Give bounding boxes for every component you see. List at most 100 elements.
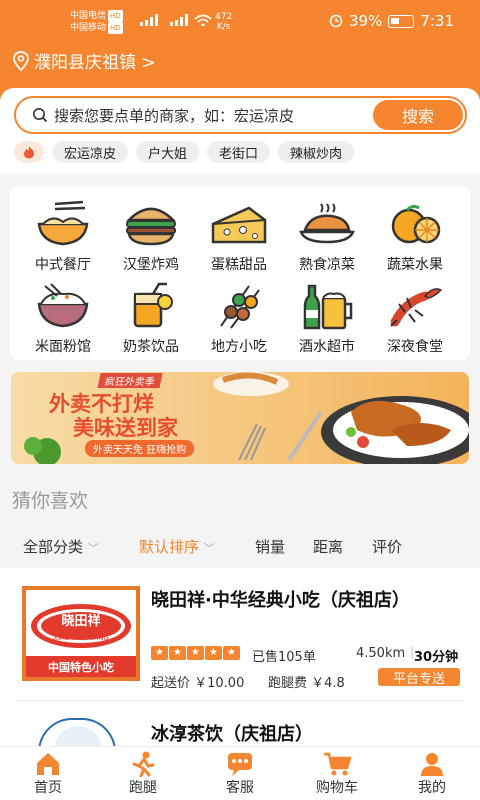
hot-keyword-chip[interactable]: 宏运凉皮 (52, 141, 129, 163)
category-deli-cold-dishes[interactable]: 熟食凉菜 (284, 200, 370, 280)
signal-icon (140, 14, 158, 26)
milk-tea-icon (133, 282, 173, 328)
star-icon: ★ (187, 646, 204, 660)
shop-logo[interactable]: 晓田祥 XIAOTIANXIANG 中国特色小吃 (22, 586, 140, 681)
chevron-down-icon: ﹀ (87, 542, 99, 555)
status-bar: 中国电信 HD 中国移动 HD 472 K/s 39% 7:31 (0, 0, 480, 42)
tab-home[interactable]: 首页 (13, 751, 83, 797)
category-burger-chicken[interactable]: 汉堡炸鸡 (108, 200, 194, 280)
banner-subtext: 外卖天天免 狂嗨抢购 (85, 440, 195, 457)
noodle-bowl-icon (37, 200, 89, 246)
star-icon: ★ (151, 646, 168, 660)
runner-icon (132, 751, 155, 777)
net-speed: 472 K/s (215, 12, 232, 32)
tab-cart[interactable]: 购物车 (302, 751, 372, 797)
promo-banner[interactable]: 疯狂外卖季 外卖不打烊 美味送到家 外卖天天免 狂嗨抢购 (11, 372, 469, 464)
category-label: 汉堡炸鸡 (123, 257, 179, 273)
category-label: 酒水超市 (299, 339, 355, 355)
category-rice-noodle[interactable]: 米面粉馆 (20, 282, 106, 362)
sort-label: 默认排序 (139, 538, 200, 556)
sort-default[interactable]: 默认排序 ﹀ (139, 536, 215, 557)
section-title: 猜你喜欢 (12, 490, 89, 512)
platform-delivery-badge: 平台专送 (378, 668, 460, 687)
sort-all-categories[interactable]: 全部分类 ﹀ (23, 536, 99, 557)
category-label: 蔬菜水果 (387, 257, 443, 273)
category-label: 中式餐厅 (35, 257, 91, 273)
divider (14, 700, 466, 701)
delivery-time: 30分钟 (414, 650, 459, 665)
status-right: 39% 7:31 (329, 12, 454, 30)
sort-bar: 全部分类 ﹀ 默认排序 ﹀ 销量 距离 评价 (0, 536, 480, 560)
banner-tag: 疯狂外卖季 (97, 373, 163, 388)
distance: 4.50km (356, 646, 406, 661)
bottom-tab-bar: 首页 跑腿 客服 购物车 我的 (0, 746, 480, 800)
hot-keyword-chip[interactable]: 辣椒炒肉 (278, 141, 355, 163)
tab-label: 客服 (226, 780, 254, 796)
category-label: 米面粉馆 (35, 339, 91, 355)
category-vegetables-fruits[interactable]: 蔬菜水果 (372, 200, 458, 280)
burger-icon (125, 207, 177, 246)
tab-profile[interactable]: 我的 (397, 751, 467, 797)
shop-name[interactable]: 冰淳茶饮（庆祖店） (151, 720, 461, 749)
category-local-snacks[interactable]: 地方小吃 (196, 282, 282, 362)
sold-count: 已售105单 (252, 650, 316, 665)
roast-chicken-icon (299, 203, 355, 244)
wifi-icon (194, 14, 212, 26)
category-milk-tea[interactable]: 奶茶饮品 (108, 282, 194, 362)
home-icon (37, 753, 59, 775)
category-grid: 中式餐厅 汉堡炸鸡 蛋糕甜品 熟食凉菜 蔬菜水果 米面粉馆 奶茶饮品 地方小吃 … (10, 186, 470, 360)
banner-line2: 美味送到家 (73, 416, 178, 440)
delivery-fee: 跑腿费 ￥4.8 (268, 676, 345, 691)
location-pin-icon (13, 50, 29, 71)
star-icon: ★ (169, 646, 186, 660)
battery-icon (388, 14, 415, 28)
logo-title: 晓田祥 (61, 614, 101, 629)
search-icon (33, 108, 48, 123)
rating-stars: ★ ★ ★ ★ ★ (151, 646, 240, 660)
hot-icon (14, 141, 44, 163)
user-icon (421, 753, 443, 776)
tab-customer-service[interactable]: 客服 (205, 751, 275, 797)
category-liquor-supermarket[interactable]: 酒水超市 (284, 282, 370, 362)
net-speed-value: 472 (215, 12, 233, 22)
shop-name[interactable]: 晓田祥·中华经典小吃（庆祖店） (151, 586, 461, 615)
tab-label: 我的 (418, 780, 446, 796)
category-label: 奶茶饮品 (123, 339, 179, 355)
hot-keyword-chip[interactable]: 户大姐 (136, 141, 200, 163)
signal-icon (170, 14, 188, 26)
cart-icon (324, 752, 351, 776)
alarm-icon (329, 14, 343, 28)
location-label: 濮阳县庆祖镇 > (34, 53, 156, 73)
logo-subtitle: XIAOTIANXIANG (53, 634, 109, 642)
hd-badge: HD (108, 22, 123, 34)
hot-keyword-chip[interactable]: 老街口 (207, 141, 271, 163)
category-label: 地方小吃 (211, 339, 267, 355)
search-bar[interactable]: 搜索您要点单的商家，如：宏运凉皮 搜索 (14, 96, 467, 134)
category-late-night[interactable]: 深夜食堂 (372, 282, 458, 362)
beer-icon (303, 284, 353, 330)
net-speed-unit: K/s (216, 22, 231, 32)
chevron-down-icon: ﹀ (203, 542, 215, 555)
sort-rating[interactable]: 评价 (372, 536, 402, 557)
clock: 7:31 (420, 12, 454, 30)
hot-keywords: 宏运凉皮 户大姐 老街口 辣椒炒肉 (14, 141, 355, 163)
category-label: 蛋糕甜品 (211, 257, 267, 273)
tab-label: 首页 (34, 780, 62, 796)
sort-sales[interactable]: 销量 (255, 536, 285, 557)
battery-percent: 39% (348, 12, 383, 30)
hd-badge: HD (108, 10, 123, 22)
lobster-icon (390, 288, 443, 327)
tab-errand[interactable]: 跑腿 (108, 751, 178, 797)
star-icon: ★ (205, 646, 222, 660)
location-selector[interactable]: 濮阳县庆祖镇 > (12, 48, 156, 73)
search-button[interactable]: 搜索 (373, 100, 463, 130)
category-cake-dessert[interactable]: 蛋糕甜品 (196, 200, 282, 280)
category-chinese-restaurant[interactable]: 中式餐厅 (20, 200, 106, 280)
tab-label: 购物车 (316, 780, 358, 796)
cheese-cake-icon (211, 206, 267, 244)
carrier-info: 中国电信 HD 中国移动 HD (70, 10, 123, 34)
rice-bowl-icon (37, 283, 89, 328)
sort-distance[interactable]: 距离 (313, 536, 343, 557)
sort-label: 全部分类 (23, 538, 84, 556)
skewer-icon (220, 285, 260, 329)
